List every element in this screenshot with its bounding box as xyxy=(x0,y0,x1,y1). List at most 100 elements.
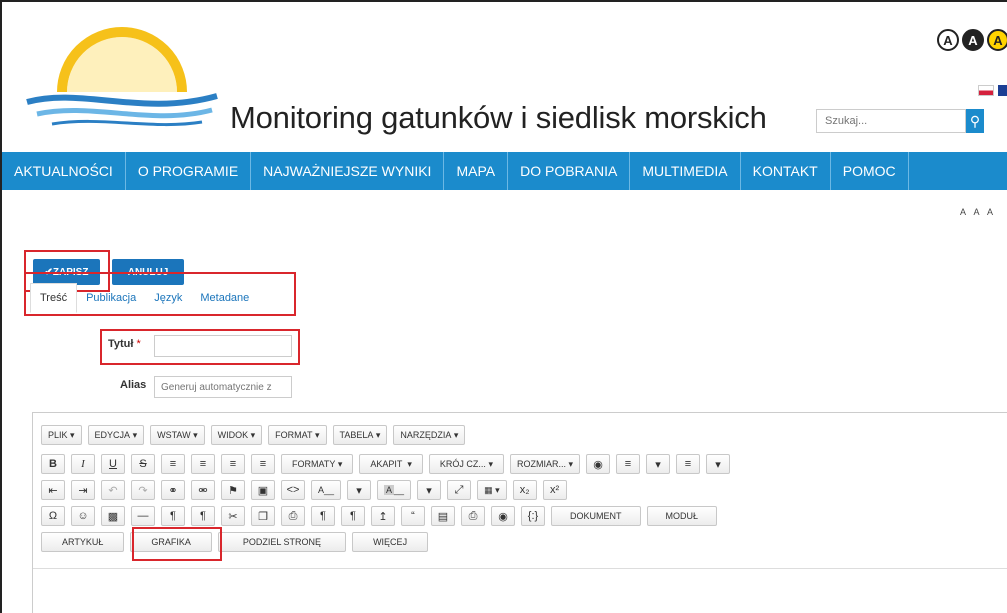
editor-toolbar-row-3: ⇤ ⇥ ↶ ↷ ⚭ ⚮ ⚑ ▣ <> A __ ▾ A __ ▾ ⤢ ▦ ▾ x₂ … xyxy=(41,480,567,500)
fullscreen-icon[interactable]: ⤢ xyxy=(447,480,472,500)
horizontal-rule-icon[interactable]: — xyxy=(131,506,155,526)
background-color-dropdown-icon[interactable]: ▾ xyxy=(417,480,442,500)
align-center-icon[interactable]: ≡ xyxy=(191,454,215,474)
menu-widok[interactable]: WIDOK ▾ xyxy=(210,425,263,445)
numbered-list-icon[interactable]: ≡ xyxy=(676,454,700,474)
image-icon[interactable]: ▣ xyxy=(251,480,275,500)
nav-multimedia[interactable]: MULTIMEDIA xyxy=(630,152,741,190)
find-replace-icon[interactable]: ◉ xyxy=(586,454,610,474)
title-input[interactable] xyxy=(154,335,292,357)
dokument-button[interactable]: DOKUMENT xyxy=(551,506,641,526)
search-icon[interactable]: ⚲ xyxy=(966,109,984,133)
italic-button[interactable]: I xyxy=(71,454,95,474)
subscript-button[interactable]: x₂ xyxy=(512,480,537,500)
editor-content-area[interactable] xyxy=(33,568,1007,613)
bullet-list-icon[interactable]: ≡ xyxy=(616,454,640,474)
show-invisibles-icon[interactable]: ¶ xyxy=(341,506,365,526)
tab-jezyk[interactable]: Język xyxy=(145,283,191,313)
redo-icon[interactable]: ↷ xyxy=(131,480,155,500)
superscript-button[interactable]: x² xyxy=(542,480,567,500)
menu-plik[interactable]: PLIK ▾ xyxy=(41,425,82,445)
font-size-dropdown[interactable]: ROZMIAR... ▾ xyxy=(509,454,580,474)
background-color-button[interactable]: A __ xyxy=(377,480,412,500)
grafika-button[interactable]: GRAFIKA xyxy=(130,532,212,552)
tab-tresc[interactable]: Treść xyxy=(30,283,78,313)
menu-edycja[interactable]: EDYCJA ▾ xyxy=(87,425,145,445)
check-icon: ✔ xyxy=(44,266,53,278)
font-size-controls[interactable]: A A A xyxy=(960,207,996,217)
formaty-dropdown[interactable]: FORMATY ▾ xyxy=(281,454,354,474)
nav-o-programie[interactable]: O PROGRAMIE xyxy=(126,152,252,190)
align-right-icon[interactable]: ≡ xyxy=(221,454,245,474)
media-icon[interactable]: ▩ xyxy=(101,506,125,526)
upload-icon[interactable]: ↥ xyxy=(371,506,395,526)
code-sample-button[interactable]: {:} xyxy=(521,506,545,526)
unlink-icon[interactable]: ⚮ xyxy=(191,480,215,500)
paste-icon[interactable]: ⎙ xyxy=(281,506,305,526)
alias-input[interactable] xyxy=(154,376,292,398)
preview-icon[interactable]: ◉ xyxy=(491,506,515,526)
outdent-icon[interactable]: ⇤ xyxy=(41,480,65,500)
editor-menubar: PLIK ▾ EDYCJA ▾ WSTAW ▾ WIDOK ▾ FORMAT ▾… xyxy=(41,425,466,445)
tab-metadane[interactable]: Metadane xyxy=(191,283,258,313)
required-marker: * xyxy=(136,338,141,350)
text-color-button[interactable]: A __ xyxy=(311,480,342,500)
ltr-icon[interactable]: ¶ xyxy=(161,506,185,526)
contrast-yellow-button[interactable]: A xyxy=(987,29,1007,51)
align-left-icon[interactable]: ≡ xyxy=(161,454,185,474)
tab-publikacja[interactable]: Publikacja xyxy=(77,283,145,313)
search-input[interactable] xyxy=(816,109,966,133)
template-icon[interactable]: ▤ xyxy=(431,506,455,526)
save-label: ZAPISZ xyxy=(52,266,89,278)
blockquote-icon[interactable]: “ xyxy=(401,506,425,526)
menu-format[interactable]: FORMAT ▾ xyxy=(268,425,327,445)
link-icon[interactable]: ⚭ xyxy=(161,480,185,500)
alias-label: Alias xyxy=(120,379,147,391)
bold-button[interactable]: B xyxy=(41,454,65,474)
nav-do-pobrania[interactable]: DO POBRANIA xyxy=(508,152,631,190)
podziel-strone-button[interactable]: PODZIEL STRONĘ xyxy=(217,532,347,552)
rtl-icon[interactable]: ¶ xyxy=(191,506,215,526)
text-color-dropdown-icon[interactable]: ▾ xyxy=(347,480,372,500)
code-icon[interactable]: <> xyxy=(281,480,305,500)
flag-pl-icon[interactable] xyxy=(978,85,994,96)
print-icon[interactable]: ⎙ xyxy=(461,506,485,526)
content-tabs: Treść Publikacja Język Metadane xyxy=(30,280,258,316)
numbered-list-dropdown-icon[interactable]: ▾ xyxy=(706,454,730,474)
anchor-icon[interactable]: ⚑ xyxy=(221,480,245,500)
wiecej-button[interactable]: WIĘCEJ xyxy=(352,532,429,552)
font-family-dropdown[interactable]: KRÓJ CZ... ▾ xyxy=(428,454,504,474)
site-title: Monitoring gatunków i siedlisk morskich xyxy=(230,100,767,135)
search-box: ⚲ xyxy=(816,109,984,133)
nav-aktualnosci[interactable]: AKTUALNOŚCI xyxy=(2,152,126,190)
emoticon-icon[interactable]: ☺ xyxy=(71,506,95,526)
undo-icon[interactable]: ↶ xyxy=(101,480,125,500)
nav-pomoc[interactable]: POMOC xyxy=(831,152,909,190)
strikethrough-button[interactable]: S xyxy=(131,454,155,474)
nav-kontakt[interactable]: KONTAKT xyxy=(741,152,831,190)
akapit-dropdown[interactable]: AKAPIT ▾ xyxy=(359,454,423,474)
modul-button[interactable]: MODUŁ xyxy=(646,506,718,526)
underline-button[interactable]: U xyxy=(101,454,125,474)
flag-en-icon[interactable] xyxy=(998,85,1007,96)
table-icon[interactable]: ▦ ▾ xyxy=(477,480,507,500)
copy-icon[interactable]: ❐ xyxy=(251,506,275,526)
rich-text-editor: PLIK ▾ EDYCJA ▾ WSTAW ▾ WIDOK ▾ FORMAT ▾… xyxy=(32,412,1007,613)
artykul-button[interactable]: ARTYKUŁ xyxy=(41,532,125,552)
cut-icon[interactable]: ✂ xyxy=(221,506,245,526)
special-char-button[interactable]: Ω xyxy=(41,506,65,526)
nav-mapa[interactable]: MAPA xyxy=(444,152,509,190)
align-justify-icon[interactable]: ≡ xyxy=(251,454,275,474)
nav-najwazniejsze-wyniki[interactable]: NAJWAŻNIEJSZE WYNIKI xyxy=(251,152,445,190)
menu-tabela[interactable]: TABELA ▾ xyxy=(332,425,388,445)
show-blocks-icon[interactable]: ¶ xyxy=(311,506,335,526)
contrast-dark-button[interactable]: A xyxy=(962,29,984,51)
site-logo[interactable] xyxy=(22,22,222,132)
menu-narzedzia[interactable]: NARZĘDZIA ▾ xyxy=(393,425,466,445)
indent-icon[interactable]: ⇥ xyxy=(71,480,95,500)
title-label: Tytuł * xyxy=(108,338,141,350)
bullet-list-dropdown-icon[interactable]: ▾ xyxy=(646,454,670,474)
menu-wstaw[interactable]: WSTAW ▾ xyxy=(150,425,205,445)
language-flags xyxy=(978,85,1007,96)
contrast-normal-button[interactable]: A xyxy=(937,29,959,51)
